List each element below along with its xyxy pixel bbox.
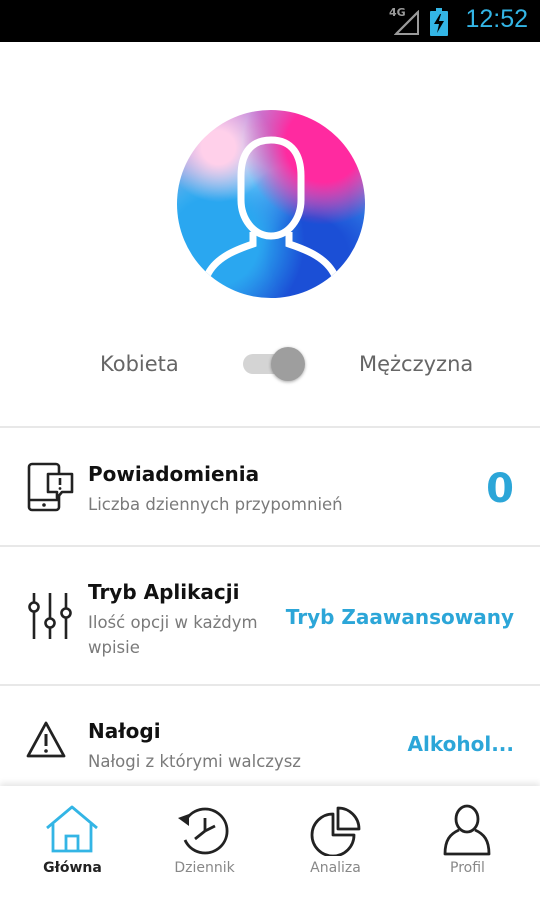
bottom-navigation: Główna Dziennik Analiza Profil bbox=[0, 786, 540, 900]
pie-chart-icon bbox=[310, 806, 361, 856]
setting-value[interactable]: 0 bbox=[486, 466, 514, 512]
settings-row-addictions[interactable]: Nałogi Nałogi z którymi walczysz Alkohol… bbox=[0, 686, 540, 786]
user-icon bbox=[443, 804, 491, 856]
warning-icon bbox=[26, 721, 66, 758]
status-bar: 4G 12:52 bbox=[0, 0, 540, 42]
nav-item-journal[interactable]: Dziennik bbox=[137, 786, 272, 900]
nav-label: Główna bbox=[43, 860, 102, 876]
signal-icon bbox=[394, 10, 419, 35]
nav-item-profile[interactable]: Profil bbox=[400, 786, 535, 900]
setting-subtitle: Liczba dziennych przypomnień bbox=[88, 495, 343, 514]
setting-title: Powiadomienia bbox=[88, 462, 260, 486]
setting-subtitle: Ilość opcji w każdym wpisie bbox=[88, 613, 258, 657]
gender-female-label: Kobieta bbox=[100, 352, 179, 376]
clock: 12:52 bbox=[465, 5, 528, 33]
nav-item-analysis[interactable]: Analiza bbox=[268, 786, 403, 900]
toggle-thumb bbox=[271, 347, 305, 381]
profile-avatar[interactable] bbox=[177, 110, 365, 298]
setting-value[interactable]: Tryb Zaawansowany bbox=[286, 605, 514, 629]
nav-label: Profil bbox=[450, 860, 485, 876]
history-clock-icon bbox=[178, 807, 229, 855]
setting-subtitle: Nałogi z którymi walczysz bbox=[88, 752, 301, 771]
gender-toggle[interactable] bbox=[241, 345, 307, 383]
battery-charging-icon bbox=[430, 8, 448, 36]
settings-row-app-mode[interactable]: Tryb Aplikacji Ilość opcji w każdym wpis… bbox=[0, 547, 540, 684]
setting-title: Tryb Aplikacji bbox=[88, 580, 240, 604]
user-silhouette-icon bbox=[199, 136, 343, 298]
nav-label: Dziennik bbox=[174, 860, 235, 876]
nav-item-home[interactable]: Główna bbox=[5, 786, 140, 900]
setting-title: Nałogi bbox=[88, 719, 161, 743]
sliders-icon bbox=[28, 593, 72, 639]
home-icon bbox=[46, 805, 98, 853]
nav-label: Analiza bbox=[310, 860, 361, 876]
setting-value[interactable]: Alkohol... bbox=[408, 732, 514, 756]
phone-notification-icon bbox=[27, 462, 74, 512]
gender-male-label: Mężczyzna bbox=[359, 352, 474, 376]
settings-row-notifications[interactable]: Powiadomienia Liczba dziennych przypomni… bbox=[0, 428, 540, 545]
